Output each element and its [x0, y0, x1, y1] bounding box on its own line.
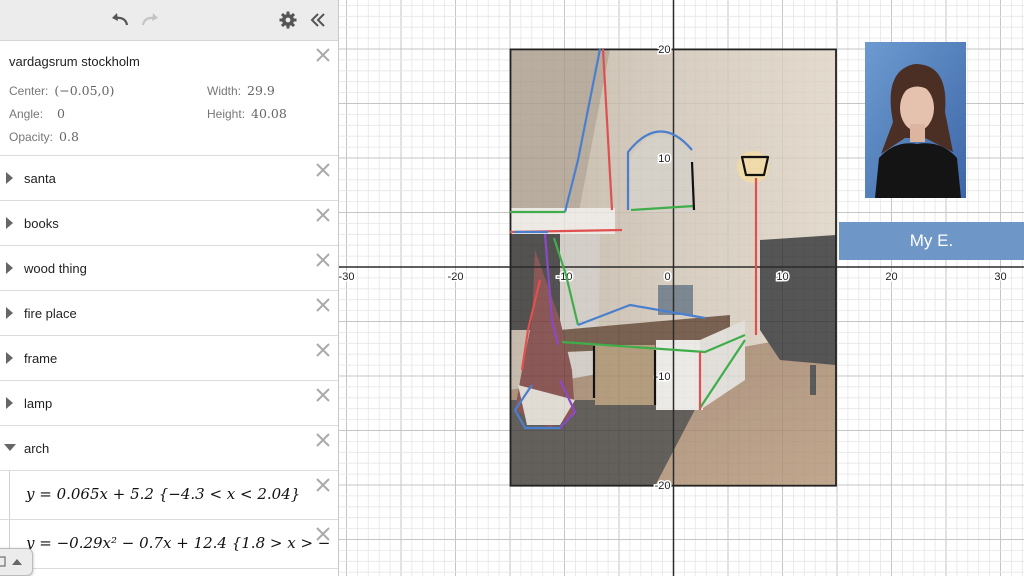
- width-value[interactable]: 29.9: [247, 83, 275, 98]
- name-label-text: My E.: [909, 231, 954, 250]
- y-tick-label: -10: [655, 371, 671, 383]
- folder-lamp[interactable]: lamp: [0, 381, 338, 426]
- delete-folder-icon[interactable]: [314, 431, 332, 449]
- expand-arrow-icon[interactable]: [6, 352, 13, 364]
- settings-button[interactable]: [276, 9, 300, 31]
- expand-arrow-icon[interactable]: [6, 262, 13, 274]
- opacity-label: Opacity:: [9, 130, 54, 144]
- undo-button[interactable]: [108, 9, 132, 31]
- angle-property: Angle: 0: [9, 106, 65, 121]
- opacity-property: Opacity: 0.8: [9, 129, 79, 144]
- angle-value[interactable]: 0: [57, 106, 65, 121]
- x-tick-label: -20: [448, 271, 464, 283]
- delete-folder-icon[interactable]: [314, 206, 332, 224]
- folder-label: santa: [24, 171, 56, 186]
- expand-arrow-icon[interactable]: [6, 307, 13, 319]
- expand-arrow-icon[interactable]: [6, 217, 13, 229]
- folder-label: lamp: [24, 396, 53, 411]
- x-tick-label: -30: [339, 271, 354, 283]
- y-tick-label: 10: [658, 153, 670, 165]
- folder-label: arch: [24, 441, 50, 456]
- center-property: Center: (−0.05,0): [9, 83, 114, 98]
- double-chevron-left-icon: [310, 13, 325, 27]
- expression-math[interactable]: y = 0.065x + 5.2 {−4.3 < x < 2.04}: [26, 485, 300, 503]
- gear-icon: [279, 11, 297, 29]
- expression-math[interactable]: y = −0.29x² − 0.7x + 12.4 {1.8 > x > −: [26, 534, 330, 552]
- redo-button[interactable]: [138, 9, 162, 31]
- y-tick-label: 20: [658, 44, 670, 56]
- folder-books[interactable]: books: [0, 201, 338, 246]
- opacity-value[interactable]: 0.8: [59, 129, 79, 144]
- image-item[interactable]: vardagsrum stockholm Center: (−0.05,0) Wi…: [0, 41, 338, 156]
- image-title: vardagsrum stockholm: [9, 54, 140, 69]
- center-label: Center:: [9, 84, 49, 98]
- collapse-panel-button[interactable]: [306, 9, 330, 31]
- collapse-arrow-icon[interactable]: [4, 444, 16, 451]
- delete-folder-icon[interactable]: [314, 386, 332, 404]
- expand-arrow-icon[interactable]: [6, 397, 13, 409]
- expression-list-panel: vardagsrum stockholm Center: (−0.05,0) Wi…: [0, 0, 339, 576]
- portrait-photo[interactable]: [865, 42, 966, 198]
- folder-label: books: [24, 216, 59, 231]
- x-tick-label: 20: [885, 271, 897, 283]
- delete-expression-icon[interactable]: [314, 476, 332, 494]
- x-tick-label: 10: [776, 271, 788, 283]
- folder-wood-thing[interactable]: wood thing: [0, 246, 338, 291]
- undo-icon: [112, 13, 129, 26]
- folder-frame[interactable]: frame: [0, 336, 338, 381]
- center-value[interactable]: (−0.05,0): [54, 83, 114, 98]
- folder-gutter: [9, 471, 10, 519]
- height-property: Height: 40.08: [207, 106, 287, 121]
- redo-icon: [141, 13, 158, 26]
- x-tick-label: 30: [994, 271, 1006, 283]
- expression-row[interactable]: y = −0.29x² − 0.7x + 12.4 {1.8 > x > −: [0, 520, 338, 569]
- expand-arrow-icon[interactable]: [6, 172, 13, 184]
- keyboard-toggle-button[interactable]: [0, 548, 33, 576]
- folder-label: frame: [24, 351, 58, 366]
- folder-label: fire place: [24, 306, 77, 321]
- expression-toolbar: [0, 0, 338, 41]
- folder-arch[interactable]: arch: [0, 426, 338, 471]
- angle-label: Angle:: [9, 107, 44, 121]
- width-label: Width:: [207, 84, 242, 98]
- delete-folder-icon[interactable]: [314, 161, 332, 179]
- delete-folder-icon[interactable]: [314, 341, 332, 359]
- delete-expression-icon[interactable]: [314, 525, 332, 543]
- height-value[interactable]: 40.08: [251, 106, 287, 121]
- delete-folder-icon[interactable]: [314, 251, 332, 269]
- keyboard-icon: [0, 556, 22, 567]
- delete-folder-icon[interactable]: [314, 296, 332, 314]
- x-tick-label: 0: [664, 271, 670, 283]
- name-label-box: My E.: [839, 222, 1024, 260]
- expression-row[interactable]: y = 0.065x + 5.2 {−4.3 < x < 2.04}: [0, 471, 338, 520]
- folder-label: wood thing: [24, 261, 87, 276]
- width-property: Width: 29.9: [207, 83, 275, 98]
- folder-fire-place[interactable]: fire place: [0, 291, 338, 336]
- delete-image-icon[interactable]: [314, 46, 332, 64]
- y-tick-label: -20: [655, 480, 671, 492]
- folder-santa[interactable]: santa: [0, 156, 338, 201]
- height-label: Height:: [207, 107, 246, 121]
